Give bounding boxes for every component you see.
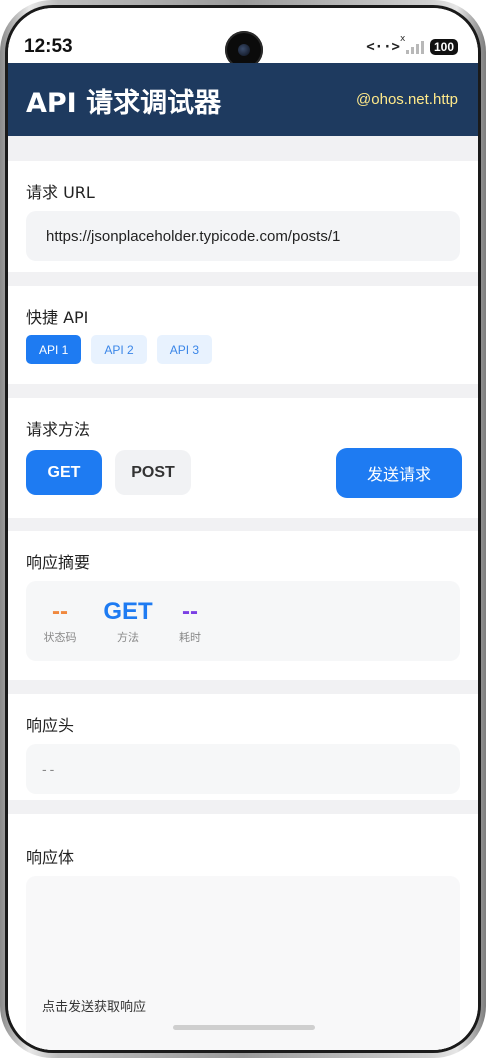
duration-metric: -- 耗时 bbox=[160, 597, 220, 645]
method-get-button[interactable]: GET bbox=[26, 450, 102, 495]
duration-value: -- bbox=[182, 598, 198, 625]
send-request-button[interactable]: 发送请求 bbox=[336, 448, 462, 498]
summary-section-title: 响应摘要 bbox=[26, 553, 91, 572]
status-code-value: -- bbox=[52, 598, 68, 625]
quick-api-2-button[interactable]: API 2 bbox=[91, 335, 147, 364]
response-body-title: 响应体 bbox=[26, 848, 75, 867]
quick-api-title: 快捷 API bbox=[26, 308, 89, 327]
status-code-label: 状态码 bbox=[43, 631, 77, 644]
response-headers-card: 响应头 -- bbox=[8, 694, 478, 800]
url-card: 请求 URL https://jsonplaceholder.typicode.… bbox=[8, 161, 478, 272]
status-time: 12:53 bbox=[24, 36, 73, 57]
method-metric: GET 方法 bbox=[98, 597, 158, 645]
summary-card: 响应摘要 -- 状态码 GET 方法 -- 耗时 bbox=[8, 531, 478, 680]
method-card: 请求方法 GET POST 发送请求 bbox=[8, 398, 478, 518]
home-indicator[interactable] bbox=[173, 1025, 315, 1030]
response-body-card: 响应体 点击发送获取响应 bbox=[8, 814, 478, 1050]
method-value: GET bbox=[103, 598, 153, 625]
quick-api-3-button[interactable]: API 3 bbox=[156, 335, 213, 364]
method-section-title: 请求方法 bbox=[26, 420, 91, 439]
screen: 12:53 <··> x 100 API 请求调试器 @ohos.net.htt… bbox=[8, 8, 478, 1050]
url-section-title: 请求 URL bbox=[26, 183, 95, 202]
quick-api-list: API 1 API 2 API 3 bbox=[26, 335, 213, 364]
app-header: API 请求调试器 @ohos.net.http bbox=[8, 63, 478, 136]
response-body-placeholder: 点击发送获取响应 bbox=[42, 1000, 147, 1015]
response-body-content: 点击发送获取响应 bbox=[26, 876, 460, 1050]
summary-panel: -- 状态码 GET 方法 -- 耗时 bbox=[26, 581, 460, 661]
device-bezel: 12:53 <··> x 100 API 请求调试器 @ohos.net.htt… bbox=[5, 5, 481, 1053]
response-headers-title: 响应头 bbox=[26, 716, 75, 735]
status-bar: 12:53 <··> x 100 bbox=[8, 8, 478, 69]
device-frame: 12:53 <··> x 100 API 请求调试器 @ohos.net.htt… bbox=[0, 0, 486, 1058]
network-activity-icon: <··> bbox=[366, 39, 400, 55]
status-icons: <··> x 100 bbox=[366, 34, 458, 56]
page-title: API 请求调试器 bbox=[26, 88, 222, 119]
header-module-label: @ohos.net.http bbox=[356, 91, 458, 108]
quick-api-1-button[interactable]: API 1 bbox=[26, 335, 82, 364]
method-post-button[interactable]: POST bbox=[115, 450, 191, 495]
method-label: 方法 bbox=[117, 631, 139, 644]
duration-label: 耗时 bbox=[179, 631, 201, 644]
battery-icon: 100 bbox=[429, 39, 458, 55]
response-headers-content: -- bbox=[26, 744, 460, 794]
signal-icon: x bbox=[400, 34, 424, 54]
url-input[interactable]: https://jsonplaceholder.typicode.com/pos… bbox=[26, 211, 460, 261]
no-signal-mark: x bbox=[399, 34, 406, 44]
quick-api-card: 快捷 API API 1 API 2 API 3 bbox=[8, 286, 478, 384]
status-code-metric: -- 状态码 bbox=[30, 597, 90, 645]
